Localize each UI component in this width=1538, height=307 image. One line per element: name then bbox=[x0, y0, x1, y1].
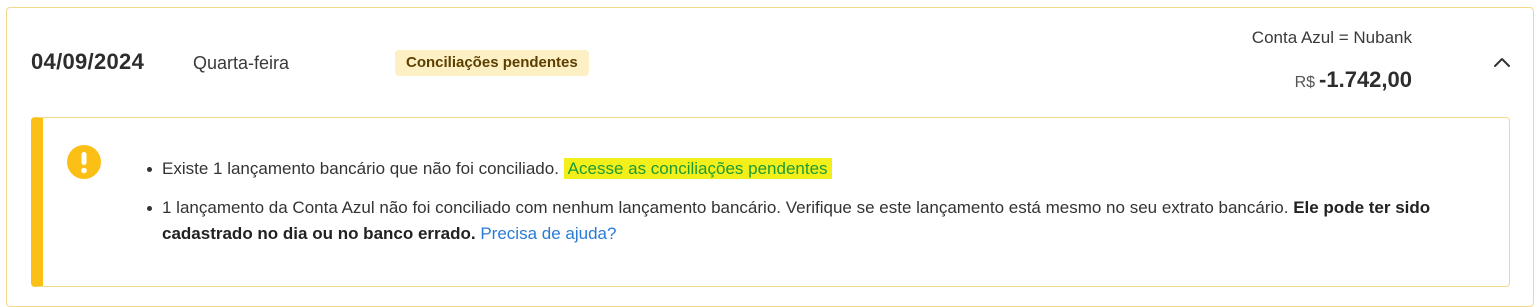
account-label: Conta Azul = Nubank bbox=[1251, 28, 1412, 47]
status-badge: Conciliações pendentes bbox=[395, 50, 589, 76]
alert-item: Existe 1 lançamento bancário que não foi… bbox=[147, 156, 1477, 182]
alert-item-text: 1 lançamento da Conta Azul não foi conci… bbox=[162, 198, 1289, 217]
alert-item-text: Existe 1 lançamento bancário que não foi… bbox=[162, 159, 559, 178]
date-label: 04/09/2024 bbox=[31, 49, 145, 74]
alert-item: 1 lançamento da Conta Azul não foi conci… bbox=[147, 195, 1477, 247]
weekday-label: Quarta-feira bbox=[193, 53, 290, 73]
reconciliation-day-card: 04/09/2024 Quarta-feira Conciliações pen… bbox=[6, 7, 1534, 307]
chevron-up-icon[interactable] bbox=[1491, 52, 1513, 74]
help-link[interactable]: Precisa de ajuda? bbox=[480, 224, 616, 243]
amount-value: -1.742,00 bbox=[1319, 67, 1412, 92]
warning-alert: Existe 1 lançamento bancário que não foi… bbox=[31, 117, 1510, 287]
exclamation-icon bbox=[67, 145, 101, 179]
alert-list: Existe 1 lançamento bancário que não foi… bbox=[147, 156, 1477, 260]
pending-reconciliations-link[interactable]: Acesse as conciliações pendentes bbox=[563, 158, 832, 179]
amount-display: R$ -1.742,00 bbox=[1295, 67, 1412, 93]
currency-label: R$ bbox=[1294, 74, 1316, 91]
